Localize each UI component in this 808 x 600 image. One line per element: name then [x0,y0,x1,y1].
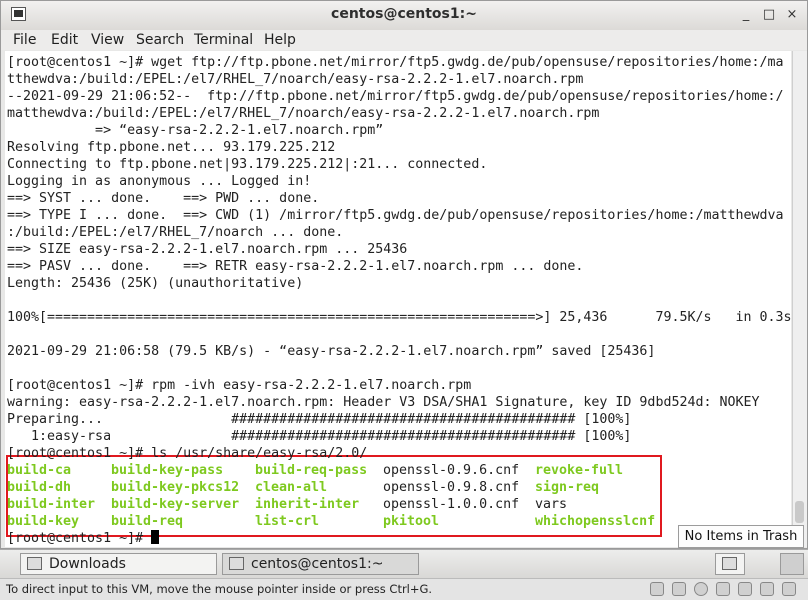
taskbar-terminal-label: centos@centos1:~ [251,556,384,572]
title-bar[interactable]: centos@centos1:~ _ □ × [1,1,807,31]
terminal-line: ==> TYPE I ... done. ==> CWD (1) /mirror… [7,208,784,223]
ls-entry: revoke-full [535,463,624,478]
terminal-line: ==> SYST ... done. ==> PWD ... done. [7,191,320,206]
taskbar: Downloads centos@centos1:~ [0,549,808,579]
terminal-line: => “easy-rsa-2.2.2-1.el7.noarch.rpm” [7,123,384,138]
ls-entry: build-req [111,514,184,529]
terminal-line: 1:easy-rsa #############################… [7,429,632,444]
menu-terminal[interactable]: Terminal [194,32,253,48]
terminal-line: tthewdva:/build:/EPEL:/el7/RHEL_7/noarch… [7,72,584,87]
terminal-output[interactable]: [root@centos1 ~]# wget ftp://ftp.pbone.n… [5,51,791,547]
ls-entry: build-ca [7,463,72,478]
terminal-line: Length: 25436 (25K) (unauthoritative) [7,276,304,291]
ls-entry: vars [535,497,568,512]
ls-entry: inherit-inter [255,497,360,512]
printer-icon [738,582,752,596]
hdd-icon [650,582,664,596]
terminal-icon [229,557,244,570]
terminal-line: [root@centos1 ~]# wget ftp://ftp.pbone.n… [7,55,784,70]
close-button[interactable]: × [784,7,800,23]
prompt-line[interactable]: [root@centos1 ~]# [7,530,160,547]
terminal-line: ==> PASV ... done. ==> RETR easy-rsa-2.2… [7,259,584,274]
menu-help[interactable]: Help [264,32,296,48]
menu-search[interactable]: Search [136,32,184,48]
terminal-line: [root@centos1 ~]# rpm -ivh easy-rsa-2.2.… [7,378,472,393]
trash-tooltip: No Items in Trash [678,525,804,548]
ls-entry: clean-all [255,480,328,495]
status-bar: To direct input to this VM, move the mou… [0,578,808,600]
workspace-switcher[interactable] [780,553,804,575]
terminal-line: :/build:/EPEL:/el7/RHEL_7/noarch ... don… [7,225,344,240]
sound-icon [760,582,774,596]
ls-entry: pkitool [383,514,440,529]
scroll-thumb[interactable] [795,501,804,523]
terminal-line: [root@centos1 ~]# ls /usr/share/easy-rsa… [7,446,368,461]
terminal-line: Logging in as anonymous ... Logged in! [7,174,312,189]
prompt-text: [root@centos1 ~]# [7,531,152,546]
menu-view[interactable]: View [91,32,124,48]
ls-entry: openssl-0.9.6.cnf [383,463,520,478]
ls-entry: build-key-server [111,497,240,512]
ls-entry: build-key-pass [111,463,224,478]
ls-entry: openssl-1.0.0.cnf [383,497,520,512]
message-icon [782,582,796,596]
terminal-line: Resolving ftp.pbone.net... 93.179.225.21… [7,140,336,155]
taskbar-downloads-label: Downloads [49,556,126,572]
ls-entry: build-inter [7,497,96,512]
ls-entry: build-key [7,514,80,529]
network-icon [716,582,730,596]
ls-entry: build-req-pass [255,463,368,478]
terminal-line: 2021-09-29 21:06:58 (79.5 KB/s) - “easy-… [7,344,656,359]
ls-entry: build-key-pkcs12 [111,480,240,495]
folder-icon [27,557,42,570]
terminal-line: --2021-09-29 21:06:52-- ftp://ftp.pbone.… [7,89,784,104]
show-desktop-button[interactable] [715,553,745,575]
terminal-line: Connecting to ftp.pbone.net|93.179.225.2… [7,157,488,172]
cd-icon [672,582,686,596]
menu-edit[interactable]: Edit [51,32,78,48]
ls-entry: build-dh [7,480,72,495]
terminal-line: 100%[===================================… [7,310,791,325]
ls-entry: whichopensslcnf [535,514,656,529]
maximize-button[interactable]: □ [761,7,777,23]
terminal-line: Preparing... ###########################… [7,412,632,427]
taskbar-terminal[interactable]: centos@centos1:~ [222,553,419,575]
scrollbar[interactable] [792,51,807,547]
minimize-button[interactable]: _ [738,7,754,23]
text-cursor [151,530,160,544]
desktop-icon [722,557,737,570]
terminal-window: centos@centos1:~ _ □ × File Edit View Se… [0,0,808,549]
ls-entry: openssl-0.9.8.cnf [383,480,520,495]
window-title: centos@centos1:~ [331,6,477,22]
terminal-line: warning: easy-rsa-2.2.2-1.el7.noarch.rpm… [7,395,760,410]
menu-file[interactable]: File [13,32,36,48]
menu-bar: File Edit View Search Terminal Help [1,30,807,50]
status-text: To direct input to this VM, move the mou… [6,582,433,596]
terminal-line: matthewdva:/build:/EPEL:/el7/RHEL_7/noar… [7,106,600,121]
ls-entry: sign-req [535,480,600,495]
ls-entry: list-crl [255,514,320,529]
taskbar-downloads[interactable]: Downloads [20,553,217,575]
terminal-line: ==> SIZE easy-rsa-2.2.2-1.el7.noarch.rpm… [7,242,408,257]
usb-icon [694,582,708,596]
